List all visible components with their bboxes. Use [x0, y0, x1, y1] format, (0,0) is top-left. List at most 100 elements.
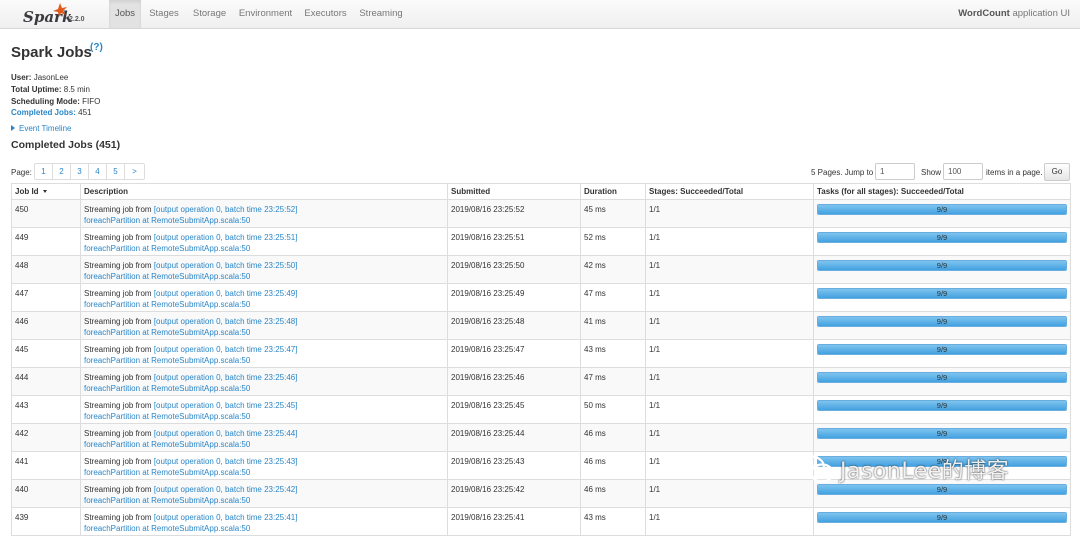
description-cell: Streaming job from [output operation 0, … — [80, 507, 448, 536]
description-cell: Streaming job from [output operation 0, … — [80, 451, 448, 480]
tab-stages[interactable]: Stages — [143, 0, 185, 28]
batch-link[interactable]: [output operation 0, batch time 23:25:51… — [154, 233, 298, 242]
column-stages[interactable]: Stages: Succeeded/Total — [645, 183, 814, 200]
wechat-icon — [796, 455, 835, 483]
app-suffix: application UI — [1012, 8, 1070, 19]
next-page-button[interactable]: > — [124, 163, 145, 180]
tab-storage[interactable]: Storage — [186, 0, 233, 28]
job-detail-link[interactable]: foreachPartition at RemoteSubmitApp.scal… — [84, 496, 250, 505]
page-size-input[interactable]: 100 — [943, 163, 983, 180]
jump-page-input[interactable]: 1 — [875, 163, 915, 180]
duration-cell: 41 ms — [580, 311, 646, 340]
job-id-cell: 448 — [11, 255, 81, 284]
duration-cell: 43 ms — [580, 507, 646, 536]
user-value: JasonLee — [33, 73, 69, 82]
page-link-5[interactable]: 5 — [106, 163, 125, 180]
batch-link[interactable]: [output operation 0, batch time 23:25:42… — [154, 485, 298, 494]
job-id-cell: 442 — [11, 423, 81, 452]
job-id-cell: 446 — [11, 311, 81, 340]
submitted-cell: 2019/08/16 23:25:49 — [447, 283, 581, 312]
column-submitted[interactable]: Submitted — [447, 183, 581, 200]
job-id-cell: 441 — [11, 451, 81, 480]
completed-jobs-link[interactable]: Completed Jobs: — [11, 108, 76, 117]
submitted-cell: 2019/08/16 23:25:44 — [447, 423, 581, 452]
batch-link[interactable]: [output operation 0, batch time 23:25:50… — [154, 261, 298, 270]
batch-link[interactable]: [output operation 0, batch time 23:25:47… — [154, 345, 298, 354]
tasks-progress-bar: 9/9 — [817, 344, 1067, 355]
page-label: Page: — [11, 168, 32, 177]
submitted-cell: 2019/08/16 23:25:52 — [447, 199, 581, 228]
page-link-1[interactable]: 1 — [34, 163, 53, 180]
duration-cell: 43 ms — [580, 339, 646, 368]
summary-user: User: JasonLee — [11, 72, 100, 84]
description-prefix: Streaming job from — [84, 345, 154, 354]
description-cell: Streaming job from [output operation 0, … — [80, 199, 448, 228]
go-button[interactable]: Go — [1044, 163, 1070, 181]
tasks-cell: 9/9 — [813, 339, 1071, 368]
batch-link[interactable]: [output operation 0, batch time 23:25:41… — [154, 513, 298, 522]
tab-streaming[interactable]: Streaming — [354, 0, 408, 28]
page-link-2[interactable]: 2 — [52, 163, 71, 180]
job-detail-link[interactable]: foreachPartition at RemoteSubmitApp.scal… — [84, 300, 250, 309]
batch-link[interactable]: [output operation 0, batch time 23:25:49… — [154, 289, 298, 298]
app-title: WordCount application UI — [958, 0, 1070, 28]
job-id-cell: 447 — [11, 283, 81, 312]
batch-link[interactable]: [output operation 0, batch time 23:25:45… — [154, 401, 298, 410]
tasks-cell: 9/9 — [813, 395, 1071, 424]
description-cell: Streaming job from [output operation 0, … — [80, 283, 448, 312]
column-duration[interactable]: Duration — [580, 183, 646, 200]
tasks-cell: 9/9 — [813, 199, 1071, 228]
spark-logo[interactable]: Spark 2.2.0 — [22, 2, 92, 27]
submitted-cell: 2019/08/16 23:25:48 — [447, 311, 581, 340]
tab-environment[interactable]: Environment — [236, 0, 295, 28]
app-name: WordCount — [958, 8, 1010, 19]
table-row: 439 Streaming job from [output operation … — [11, 507, 1071, 536]
help-link[interactable]: (?) — [90, 42, 103, 53]
job-id-cell: 445 — [11, 339, 81, 368]
job-detail-link[interactable]: foreachPartition at RemoteSubmitApp.scal… — [84, 356, 250, 365]
job-detail-link[interactable]: foreachPartition at RemoteSubmitApp.scal… — [84, 468, 250, 477]
job-detail-link[interactable]: foreachPartition at RemoteSubmitApp.scal… — [84, 524, 250, 533]
tasks-progress-bar: 9/9 — [817, 316, 1067, 327]
batch-link[interactable]: [output operation 0, batch time 23:25:46… — [154, 373, 298, 382]
job-detail-link[interactable]: foreachPartition at RemoteSubmitApp.scal… — [84, 440, 250, 449]
tasks-progress-label: 9/9 — [936, 401, 948, 410]
event-timeline-toggle[interactable]: Event Timeline — [11, 124, 71, 133]
description-cell: Streaming job from [output operation 0, … — [80, 255, 448, 284]
spark-version: 2.2.0 — [69, 16, 85, 23]
watermark-text: JasonLee的博客 — [840, 459, 1010, 484]
stages-cell: 1/1 — [645, 283, 814, 312]
tab-executors[interactable]: Executors — [300, 0, 351, 28]
duration-cell: 52 ms — [580, 227, 646, 256]
job-detail-link[interactable]: foreachPartition at RemoteSubmitApp.scal… — [84, 272, 250, 281]
job-detail-link[interactable]: foreachPartition at RemoteSubmitApp.scal… — [84, 384, 250, 393]
submitted-cell: 2019/08/16 23:25:51 — [447, 227, 581, 256]
tasks-progress-label: 9/9 — [936, 317, 948, 326]
stages-cell: 1/1 — [645, 479, 814, 508]
submitted-cell: 2019/08/16 23:25:43 — [447, 451, 581, 480]
page-link-4[interactable]: 4 — [88, 163, 107, 180]
tab-jobs[interactable]: Jobs — [109, 0, 141, 28]
column-description[interactable]: Description — [80, 183, 448, 200]
uptime-value: 8.5 min — [63, 84, 90, 94]
column-tasks[interactable]: Tasks (for all stages): Succeeded/Total — [813, 183, 1071, 200]
batch-link[interactable]: [output operation 0, batch time 23:25:43… — [154, 457, 298, 466]
page-title: Spark Jobs — [11, 44, 92, 61]
job-detail-link[interactable]: foreachPartition at RemoteSubmitApp.scal… — [84, 244, 250, 253]
job-id-cell: 443 — [11, 395, 81, 424]
batch-link[interactable]: [output operation 0, batch time 23:25:48… — [154, 317, 298, 326]
job-detail-link[interactable]: foreachPartition at RemoteSubmitApp.scal… — [84, 216, 250, 225]
sort-desc-icon — [42, 190, 47, 193]
description-prefix: Streaming job from — [84, 457, 154, 466]
column-job-id[interactable]: Job Id — [11, 183, 81, 200]
page-link-3[interactable]: 3 — [70, 163, 89, 180]
tasks-progress-label: 9/9 — [936, 233, 948, 242]
batch-link[interactable]: [output operation 0, batch time 23:25:44… — [154, 429, 298, 438]
job-detail-link[interactable]: foreachPartition at RemoteSubmitApp.scal… — [84, 412, 250, 421]
description-cell: Streaming job from [output operation 0, … — [80, 479, 448, 508]
job-detail-link[interactable]: foreachPartition at RemoteSubmitApp.scal… — [84, 328, 250, 337]
duration-cell: 47 ms — [580, 283, 646, 312]
batch-link[interactable]: [output operation 0, batch time 23:25:52… — [154, 205, 298, 214]
tasks-cell: 9/9 — [813, 227, 1071, 256]
svg-text:Spark: Spark — [23, 8, 72, 26]
